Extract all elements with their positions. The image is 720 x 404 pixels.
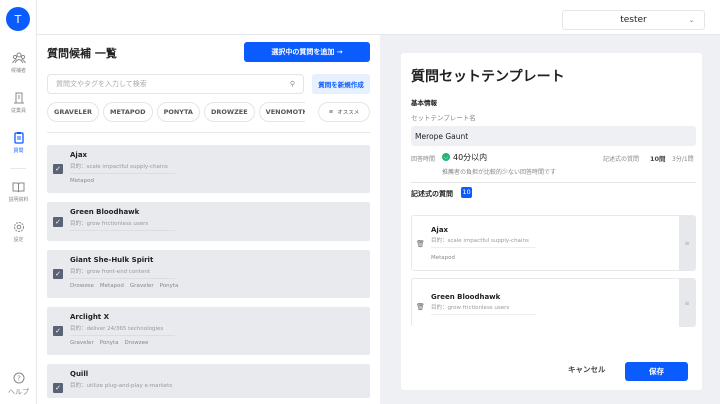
drag-handle-icon[interactable]: ≡: [679, 216, 695, 270]
template-title: 質問セットテンプレート: [411, 69, 565, 85]
template-name-input[interactable]: Merope Gaunt: [411, 126, 696, 146]
checkbox[interactable]: ✓: [53, 383, 63, 393]
tag-chip[interactable]: PONYTA: [156, 102, 200, 122]
written-count: 10問: [650, 155, 666, 163]
count-badge: 10: [461, 187, 472, 198]
avatar[interactable]: T: [6, 7, 30, 31]
tag-filter-chips: GRAVELER METAPOD PONYTA DROWZEE VENOMOTH: [47, 102, 305, 122]
gear-icon: [13, 222, 24, 232]
chevron-down-icon: ⌄: [688, 16, 694, 24]
sidebar-item-materials[interactable]: 説明資料: [0, 182, 37, 203]
user-dropdown[interactable]: tester ⌄: [562, 10, 705, 30]
sidebar: T 候補者 従業員 質問 説明資料 設定 ? ヘルプ: [0, 0, 37, 404]
search-input[interactable]: 質問文やタグを入力して検索 ⚲: [47, 74, 304, 94]
checkbox[interactable]: ✓: [53, 164, 63, 174]
trash-icon[interactable]: 🗑: [416, 303, 425, 311]
help-icon: ?: [13, 372, 24, 384]
add-selected-button[interactable]: 選択中の質問を追加 →: [244, 42, 370, 62]
drag-handle-icon[interactable]: ≡: [679, 279, 695, 327]
basic-info-heading: 基本情報: [411, 99, 437, 107]
question-card[interactable]: ✓ Arclight X 目的：deliver 24/365 technolog…: [47, 307, 370, 355]
tag-chip[interactable]: DROWZEE: [203, 102, 255, 122]
save-button[interactable]: 保存: [625, 362, 688, 381]
book-icon: [12, 182, 25, 193]
sidebar-item-employees[interactable]: 従業員: [0, 92, 37, 114]
template-name-label: セットテンプレート名: [411, 114, 476, 122]
svg-text:?: ?: [17, 375, 21, 383]
cancel-button[interactable]: キャンセル: [568, 364, 606, 375]
sidebar-item-settings[interactable]: 設定: [0, 221, 37, 243]
time-value: 40分以内: [453, 153, 488, 162]
checkbox[interactable]: ✓: [53, 269, 63, 279]
sidebar-item-questions[interactable]: 質問: [0, 131, 37, 154]
question-card[interactable]: ✓ Ajax 目的：scale impactful supply-chains …: [47, 145, 370, 193]
checkbox[interactable]: ✓: [53, 217, 63, 227]
written-section-title: 記述式の質問: [411, 190, 453, 198]
sidebar-item-candidates[interactable]: 候補者: [0, 52, 37, 74]
per-question: 3分/1問: [672, 156, 694, 163]
smile-icon: ◡: [442, 153, 450, 161]
filter-icon: ≡: [328, 109, 334, 115]
page-title: 質問候補 一覧: [47, 47, 117, 60]
question-card[interactable]: ✓ Green Bloodhawk 目的：grow frictionless u…: [47, 202, 370, 241]
checkbox[interactable]: ✓: [53, 326, 63, 336]
clipboard-icon: [13, 132, 24, 144]
selected-question-card[interactable]: 🗑 Ajax 目的：scale impactful supply-chains …: [411, 215, 696, 271]
time-label: 回答時間: [411, 156, 436, 163]
question-card[interactable]: ✓ Quill 目的：utilize plug-and-play e-marke…: [47, 364, 370, 398]
users-icon: [11, 52, 26, 64]
tag-chip[interactable]: VENOMOTH: [258, 102, 305, 122]
question-card[interactable]: ✓ Giant She-Hulk Spirit 目的：grow front-en…: [47, 250, 370, 298]
help-button[interactable]: ? ヘルプ: [0, 372, 37, 397]
tag-chip[interactable]: METAPOD: [103, 102, 153, 122]
sort-button[interactable]: ≡ オススメ: [318, 102, 370, 122]
create-question-button[interactable]: 質問を新規作成: [312, 74, 370, 94]
selected-question-card[interactable]: 🗑 Green Bloodhawk 目的：grow frictionless u…: [411, 278, 696, 327]
search-icon: ⚲: [289, 80, 295, 88]
tag-chip[interactable]: GRAVELER: [47, 102, 99, 122]
building-icon: [13, 92, 24, 104]
written-label: 記述式の質問: [603, 156, 640, 163]
time-note: 推薦者の負担が比較的少ない回答時間です: [442, 169, 557, 176]
trash-icon[interactable]: 🗑: [416, 240, 425, 248]
